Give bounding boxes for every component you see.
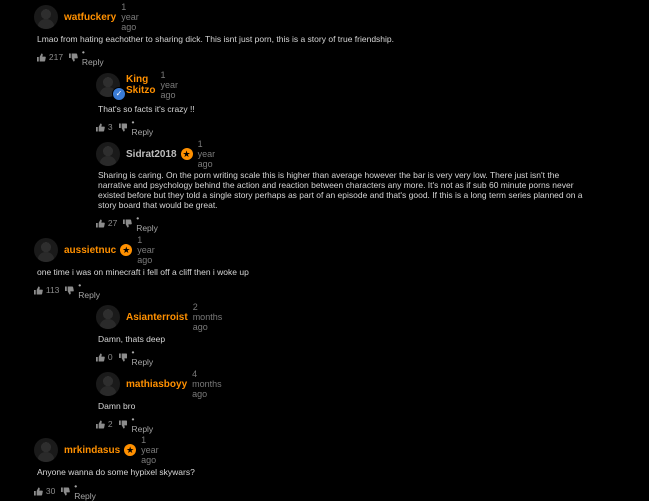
comment-text: Sharing is caring. On the porn writing s… <box>98 170 583 210</box>
thumbs-up-icon[interactable] <box>34 487 43 496</box>
reply-link[interactable]: • Reply <box>74 481 98 501</box>
avatar[interactable] <box>34 5 58 29</box>
timestamp: 1 year ago <box>160 70 178 100</box>
timestamp: 4 months ago <box>192 369 222 399</box>
like-count: 27 <box>107 218 118 228</box>
reply-link[interactable]: • Reply <box>131 117 155 137</box>
like-count: 217 <box>48 52 64 62</box>
username[interactable]: mrkindasus <box>64 445 120 456</box>
thumbs-up-icon[interactable] <box>96 123 105 132</box>
reply-link[interactable]: • Reply <box>78 280 102 300</box>
avatar[interactable] <box>34 438 58 462</box>
avatar[interactable] <box>96 305 120 329</box>
thumbs-down-icon[interactable] <box>123 219 133 228</box>
like-count: 3 <box>107 122 113 132</box>
username[interactable]: watfuckery <box>64 12 116 23</box>
reply-link[interactable]: • Reply <box>82 47 106 67</box>
thumbs-up-icon[interactable] <box>34 286 43 295</box>
comment-text: Damn, thats deep <box>98 334 166 344</box>
reply-link[interactable]: • Reply <box>131 414 155 434</box>
username[interactable]: aussietnuc <box>64 245 116 256</box>
comment-text: one time i was on minecraft i fell off a… <box>37 267 249 277</box>
thumbs-up-icon[interactable] <box>96 219 105 228</box>
star-badge-icon: ★ <box>180 148 193 160</box>
reply-link[interactable]: • Reply <box>136 213 160 233</box>
comment-text: That's so facts it's crazy !! <box>98 104 195 114</box>
thumbs-down-icon[interactable] <box>118 353 128 362</box>
verified-check-icon: ✓ <box>112 87 126 101</box>
timestamp: 1 year ago <box>197 139 216 169</box>
username[interactable]: mathiasboyy <box>126 379 187 390</box>
thumbs-down-icon[interactable] <box>69 53 78 62</box>
like-count: 2 <box>107 419 113 429</box>
thumbs-down-icon[interactable] <box>61 487 71 496</box>
avatar[interactable] <box>96 142 120 166</box>
comment-text: Damn bro <box>98 401 136 411</box>
thumbs-down-icon[interactable] <box>118 420 128 429</box>
thumbs-up-icon[interactable] <box>96 420 105 429</box>
avatar[interactable] <box>96 372 120 396</box>
timestamp: 1 year ago <box>141 435 159 465</box>
star-badge-icon: ★ <box>124 444 137 456</box>
username[interactable]: King Skitzo <box>126 74 155 96</box>
star-badge-icon: ★ <box>120 244 133 256</box>
timestamp: 1 year ago <box>137 235 155 265</box>
username[interactable]: Asianterroist <box>126 312 188 323</box>
like-count: 113 <box>45 285 60 295</box>
thumbs-up-icon[interactable] <box>37 53 46 62</box>
like-count: 0 <box>107 352 113 362</box>
timestamp: 1 year ago <box>121 2 139 32</box>
like-count: 30 <box>45 486 56 496</box>
timestamp: 2 months ago <box>192 302 223 332</box>
avatar[interactable] <box>34 238 58 262</box>
comment-text: Lmao from hating eachother to sharing di… <box>37 34 395 44</box>
comment-text: Anyone wanna do some hypixel skywars? <box>37 467 195 477</box>
thumbs-up-icon[interactable] <box>96 353 105 362</box>
thumbs-down-icon[interactable] <box>65 286 75 295</box>
username[interactable]: Sidrat2018 <box>126 149 177 160</box>
reply-link[interactable]: • Reply <box>131 347 155 367</box>
thumbs-down-icon[interactable] <box>118 123 128 132</box>
